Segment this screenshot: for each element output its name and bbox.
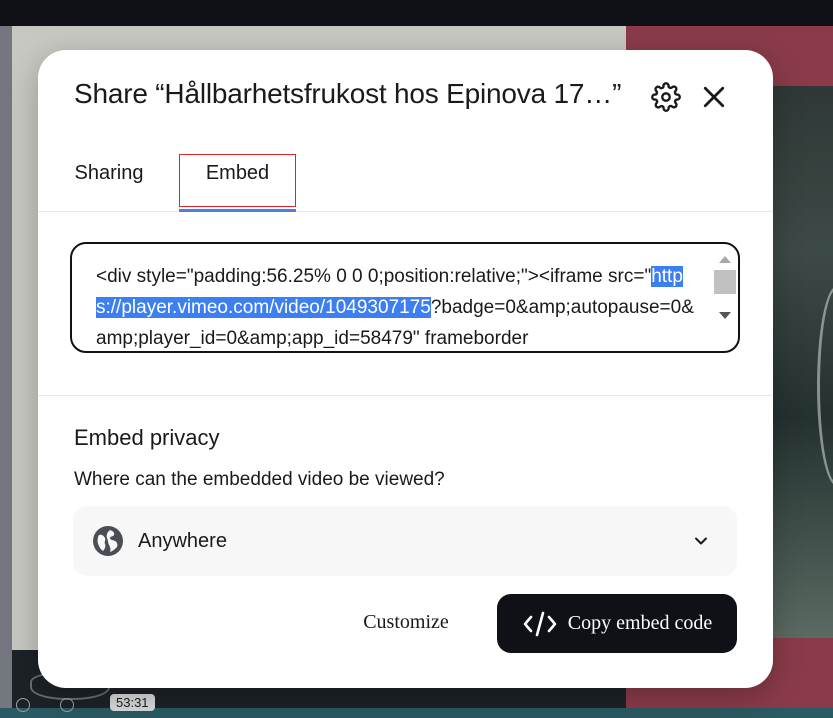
tab-embed-focus-outline xyxy=(179,154,296,207)
embed-code-scrollbar[interactable] xyxy=(713,248,737,348)
tab-sharing-label: Sharing xyxy=(74,162,144,184)
copy-embed-code-label: Copy embed code xyxy=(567,612,713,634)
copy-embed-code-button[interactable]: Copy embed code xyxy=(497,594,737,653)
tab-embed[interactable]: Embed xyxy=(179,154,296,212)
close-button[interactable] xyxy=(699,82,729,112)
embed-privacy-title: Embed privacy xyxy=(74,425,220,450)
player-timecode: 53:31 xyxy=(110,694,155,711)
globe-icon xyxy=(93,526,123,556)
background-left-strip xyxy=(0,26,12,718)
tab-sharing[interactable]: Sharing xyxy=(64,154,154,212)
code-icon xyxy=(523,611,557,636)
scroll-thumb[interactable] xyxy=(714,270,736,294)
embed-code-before: <div style="padding:56.25% 0 0 0;positio… xyxy=(96,266,652,287)
customize-label: Customize xyxy=(363,611,449,633)
gear-icon xyxy=(651,82,681,112)
scroll-up-arrow-icon[interactable] xyxy=(719,256,731,263)
embed-code-textarea[interactable]: <div style="padding:56.25% 0 0 0;positio… xyxy=(70,242,740,353)
section-divider xyxy=(38,395,773,396)
privacy-select[interactable]: Anywhere xyxy=(73,506,737,576)
tab-embed-underline xyxy=(179,209,296,212)
background-top-bar xyxy=(0,0,833,26)
embed-privacy-question: Where can the embedded video be viewed? xyxy=(74,469,445,490)
scroll-down-arrow-icon[interactable] xyxy=(719,312,731,319)
player-zoom-icon[interactable] xyxy=(60,698,74,712)
share-tabs: Sharing Embed xyxy=(38,154,773,212)
close-icon xyxy=(703,86,725,108)
chevron-down-icon xyxy=(695,537,707,545)
share-dialog: Share “Hållbarhetsfrukost hos Epinova 17… xyxy=(38,50,773,688)
dialog-title: Share “Hållbarhetsfrukost hos Epinova 17… xyxy=(74,78,622,109)
player-back-icon[interactable] xyxy=(16,698,30,712)
settings-button[interactable] xyxy=(651,82,681,112)
privacy-select-value: Anywhere xyxy=(138,530,227,552)
embed-code-text: <div style="padding:56.25% 0 0 0;positio… xyxy=(96,261,696,351)
customize-button[interactable]: Customize xyxy=(356,600,456,645)
